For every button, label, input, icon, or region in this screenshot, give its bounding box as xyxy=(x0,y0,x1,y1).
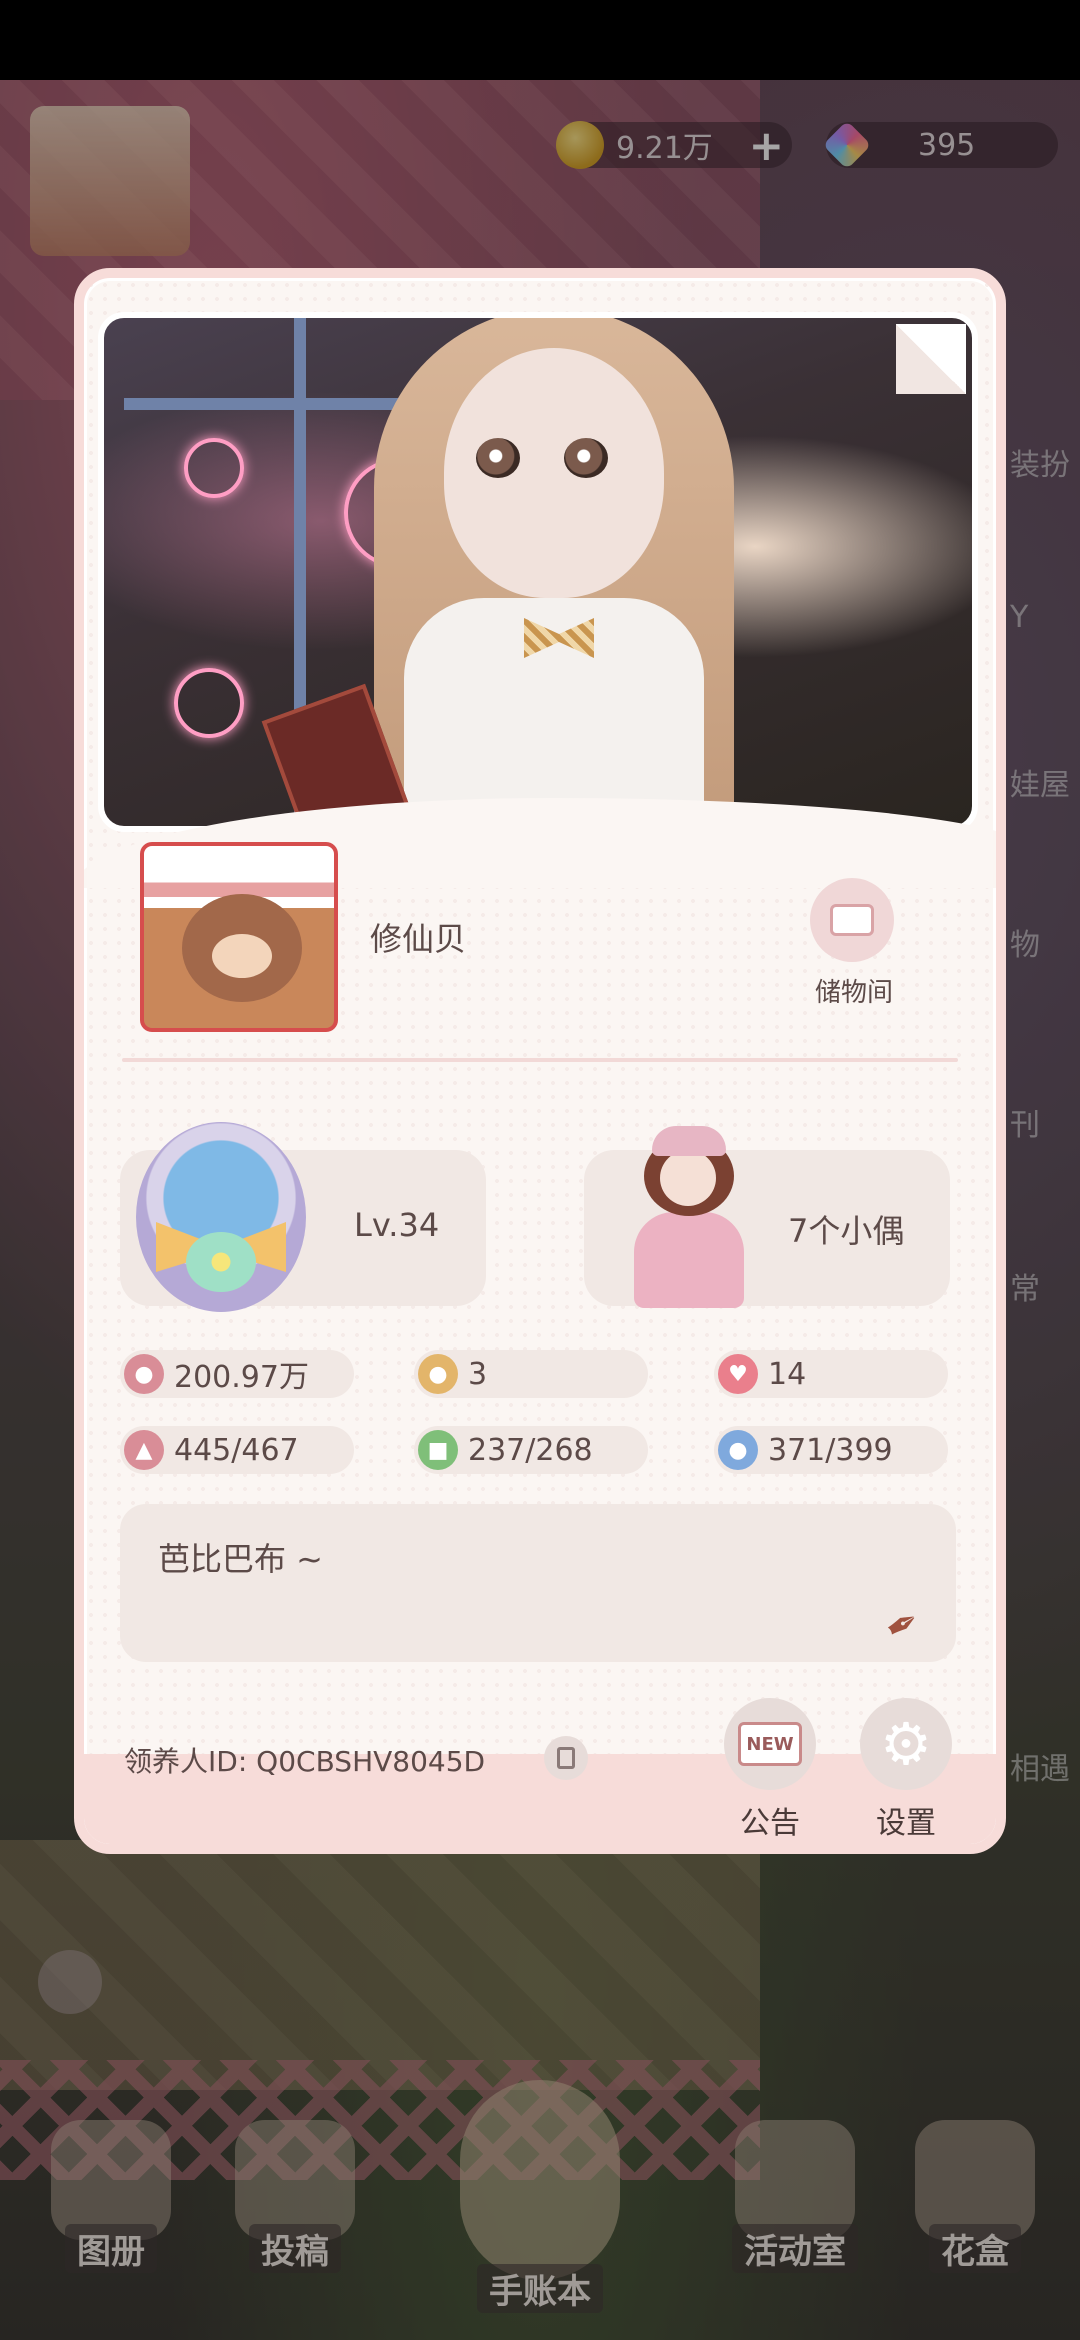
stat-value: 200.97万 xyxy=(174,1360,309,1395)
quill-edit-icon[interactable]: ✒ xyxy=(877,1589,945,1657)
nickname: 修仙贝 xyxy=(370,920,467,958)
stat-popularity[interactable]: ● 200.97万 xyxy=(120,1350,354,1398)
dolls-card[interactable]: 7个小偶 xyxy=(584,1126,950,1308)
doll-dress xyxy=(634,1212,744,1308)
adopter-id-value: Q0CBSHV8045D xyxy=(256,1745,486,1778)
profile-avatar[interactable] xyxy=(140,842,338,1032)
doll-eye xyxy=(564,438,608,478)
divider xyxy=(122,1058,958,1062)
doll-eye xyxy=(476,438,520,478)
heart-mail-icon: ♥ xyxy=(718,1354,758,1394)
stat-dresses[interactable]: ▲ 445/467 xyxy=(120,1426,354,1474)
dress-icon: ▲ xyxy=(124,1430,164,1470)
level-card[interactable]: Lv.34 xyxy=(120,1122,486,1312)
neon-heart xyxy=(174,668,244,738)
copy-icon[interactable] xyxy=(544,1736,588,1780)
stat-footprints[interactable]: ● 3 xyxy=(414,1350,648,1398)
notice-button[interactable]: NEW xyxy=(724,1698,816,1790)
settings-label[interactable]: 设置 xyxy=(846,1798,966,1842)
person-icon: ● xyxy=(124,1354,164,1394)
neon-heart xyxy=(184,438,244,498)
profile-cover-photo[interactable] xyxy=(98,312,978,832)
level-text: Lv.34 xyxy=(354,1206,440,1244)
storage-box-icon xyxy=(830,904,874,936)
stat-bags[interactable]: ● 371/399 xyxy=(714,1426,948,1474)
dolls-count: 7个小偶 xyxy=(788,1212,905,1250)
adopter-id: 领养人ID: Q0CBSHV8045D xyxy=(124,1740,485,1780)
copy-glyph xyxy=(557,1747,575,1769)
storage-label[interactable]: 储物间 xyxy=(784,972,924,1009)
level-badge-icon xyxy=(136,1122,306,1312)
stat-furniture[interactable]: ■ 237/268 xyxy=(414,1426,648,1474)
bear-avatar-icon xyxy=(182,894,302,1002)
profile-modal: 修仙贝 储物间 Lv.34 7个小偶 ● 200.97万 ● 3 ♥ 14 ▲ … xyxy=(74,268,1006,1854)
new-tag-icon: NEW xyxy=(738,1722,802,1766)
doll-hat xyxy=(652,1126,726,1156)
stat-messages[interactable]: ♥ 14 xyxy=(714,1350,948,1398)
notice-label[interactable]: 公告 xyxy=(710,1798,830,1842)
signature-text: 芭比巴布 ~ xyxy=(158,1540,323,1578)
footprint-icon: ● xyxy=(418,1354,458,1394)
badge-flower xyxy=(186,1232,256,1292)
doll-face xyxy=(660,1150,716,1206)
stat-value: 445/467 xyxy=(174,1432,299,1468)
storage-button[interactable] xyxy=(810,878,894,962)
stat-value: 371/399 xyxy=(768,1432,893,1468)
page-corner-icon[interactable] xyxy=(896,324,966,394)
settings-button[interactable]: ⚙ xyxy=(860,1698,952,1790)
stat-value: 237/268 xyxy=(468,1432,593,1468)
bear-face xyxy=(212,934,272,978)
status-bar xyxy=(0,0,1080,80)
stat-value: 3 xyxy=(468,1356,488,1392)
signature-box[interactable]: 芭比巴布 ~ ✒ xyxy=(120,1504,956,1662)
doll-thumbnail xyxy=(624,1120,754,1310)
doll-face xyxy=(444,348,664,598)
adopter-id-label: 领养人ID: xyxy=(124,1745,248,1778)
furniture-icon: ■ xyxy=(418,1430,458,1470)
bag-icon: ● xyxy=(718,1430,758,1470)
gear-icon: ⚙ xyxy=(880,1710,932,1778)
stat-value: 14 xyxy=(768,1356,807,1392)
